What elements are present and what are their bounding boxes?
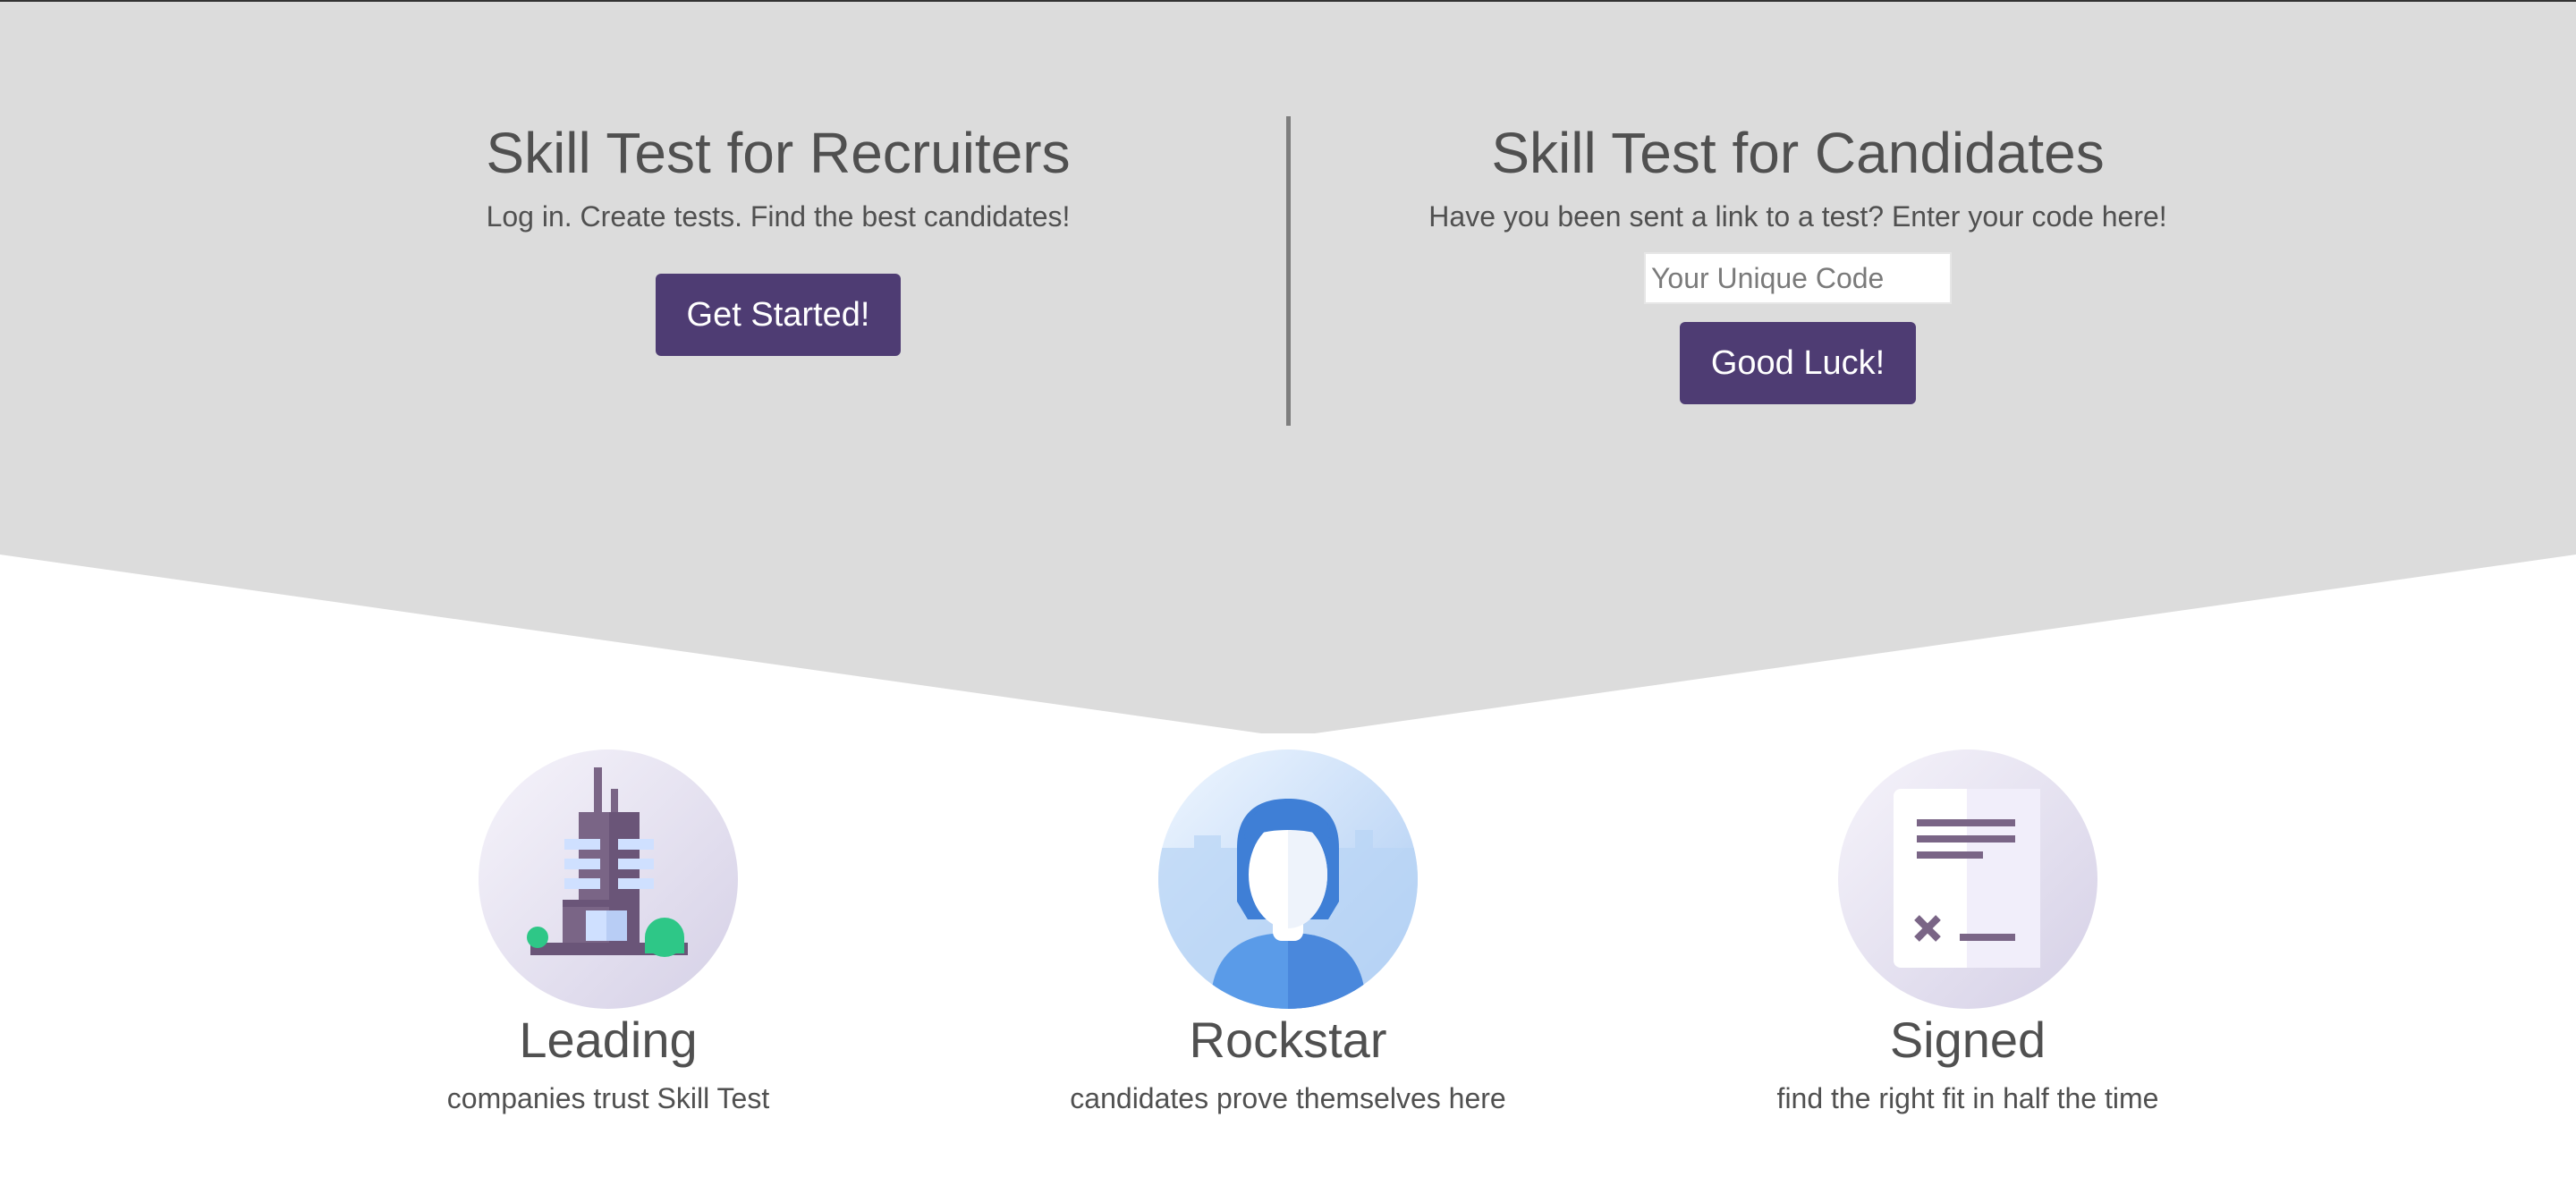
good-luck-button[interactable]: Good Luck! xyxy=(1680,322,1916,404)
feature-leading-description: companies trust Skill Test xyxy=(446,1082,770,1114)
contract-icon xyxy=(1838,749,2097,1009)
get-started-button[interactable]: Get Started! xyxy=(656,274,901,356)
person-icon xyxy=(1158,749,1418,1009)
feature-rockstar-description: candidates prove themselves here xyxy=(1070,1082,1506,1114)
recruiters-panel: Skill Test for Recruiters Log in. Create… xyxy=(268,116,1288,356)
landing-page: Skill Test for Recruiters Log in. Create… xyxy=(0,0,2576,1177)
panel-divider xyxy=(1286,116,1291,426)
candidates-panel: Skill Test for Candidates Have you been … xyxy=(1297,116,2299,404)
candidates-subtitle: Have you been sent a link to a test? Ent… xyxy=(1428,200,2167,233)
feature-leading: Leading companies trust Skill Test xyxy=(295,749,921,1118)
unique-code-input[interactable] xyxy=(1644,252,1952,304)
feature-signed-title: Signed xyxy=(1889,1012,2046,1068)
recruiters-title: Skill Test for Recruiters xyxy=(486,121,1071,185)
feature-signed-description: find the right fit in half the time xyxy=(1776,1082,2159,1114)
candidates-title: Skill Test for Candidates xyxy=(1491,121,2105,185)
recruiters-subtitle: Log in. Create tests. Find the best cand… xyxy=(486,200,1071,233)
feature-leading-title: Leading xyxy=(519,1012,698,1068)
feature-signed: Signed find the right fit in half the ti… xyxy=(1655,749,2281,1118)
feature-rockstar-title: Rockstar xyxy=(1189,1012,1387,1068)
feature-rockstar: Rockstar candidates prove themselves her… xyxy=(975,749,1601,1118)
building-icon xyxy=(479,749,738,1009)
